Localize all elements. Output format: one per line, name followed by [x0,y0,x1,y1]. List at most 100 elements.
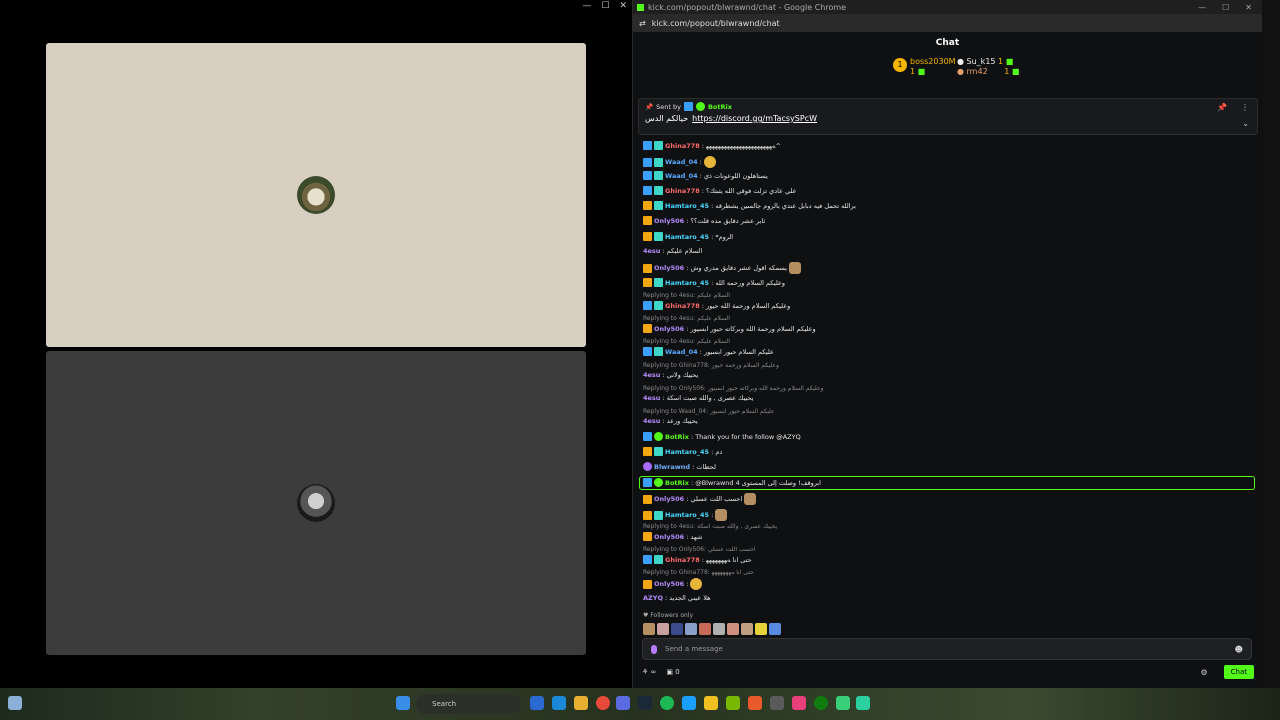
close-icon[interactable]: ✕ [1245,3,1252,12]
app-icon[interactable] [682,696,696,710]
chat-message[interactable]: 4esu: يحييك عصرى , والله صبت اسكة [643,394,753,402]
site-info-icon[interactable]: ⇄ [639,19,646,28]
chat-message[interactable]: Hamtaro_45: برالله تحمل فيه دبابل عندي ب… [643,201,856,210]
reply-context[interactable]: Replying to Ghina778: وعليكم السلام ورحم… [643,362,779,369]
xbox-icon[interactable] [814,696,828,710]
chat-message[interactable]: Only506: شهد [643,532,702,541]
edge-icon[interactable] [552,696,566,710]
emote[interactable] [727,623,739,635]
chat-message[interactable]: Hamtaro_45: *الروم [643,232,733,241]
participant-tile[interactable] [46,351,586,655]
message-input[interactable]: Send a message ☻ [642,638,1252,660]
points-icon[interactable]: ⚘ ∞ [642,668,656,676]
browser-title: kick.com/popout/blwrawnd/chat - Google C… [648,2,847,12]
chat-footer: ⚘ ∞ ▣ 0 ⚙ Chat [642,664,1254,680]
emoji-icon[interactable]: ☻ [1235,645,1243,654]
reply-context[interactable]: Replying to 4esu: السلام عليكم [643,338,730,345]
chat-message[interactable]: Only506: يسمكه اقول عشر دقايق مدري وش [643,262,801,274]
chat-message[interactable]: 4esu: يحييك ولاني [643,371,698,379]
reply-context[interactable]: Replying to Only506: احسب اللت عسلي [643,546,756,553]
taskbar-search[interactable]: Search [416,694,522,714]
browser-title-bar: kick.com/popout/blwrawnd/chat - Google C… [633,0,1262,14]
chat-message[interactable]: Only506: [643,578,703,590]
chat-message[interactable]: Only506: احسب اللت عسلي [643,493,757,505]
gold-badge-icon: 1 [893,58,907,72]
app-icon[interactable] [770,696,784,710]
steam-icon[interactable] [638,696,652,710]
emote[interactable] [699,623,711,635]
gear-icon[interactable]: ⚙ [1200,668,1207,677]
chat-message[interactable]: 4esu: السلام عليكم [643,247,702,255]
maximize-icon[interactable]: ☐ [601,0,609,12]
top-gifters: 1 boss2030M 1 ■ ● Su_k15 1 ■ ● rm42 1 ■ [633,52,1262,82]
reply-context[interactable]: Replying to 4esu: السلام عليكم [643,315,730,322]
chat-message[interactable]: Only506: وعليكم السلام ورحمة الله وبركات… [643,324,816,333]
reply-context[interactable]: Replying to 4esu: السلام عليكم [643,292,730,299]
participant-tile[interactable] [46,43,586,347]
discord-icon[interactable] [616,696,630,710]
chat-message[interactable]: Hamtaro_45: [643,509,728,521]
spotify-icon[interactable] [660,696,674,710]
gift-icon[interactable]: ▣ 0 [666,668,679,676]
avatar [297,484,335,522]
close-icon[interactable]: ✕ [619,0,627,12]
nvidia-icon[interactable] [726,696,740,710]
emote[interactable] [741,623,753,635]
app-icon[interactable] [856,696,870,710]
emote[interactable] [643,623,655,635]
chevron-down-icon[interactable]: ⌄ [1242,119,1249,128]
bot-badge-icon [695,102,705,111]
file-explorer-icon[interactable] [574,696,588,710]
app-icon[interactable] [836,696,850,710]
minimize-icon[interactable]: — [582,0,591,12]
app-icon[interactable] [748,696,762,710]
emote[interactable] [685,623,697,635]
emote[interactable] [713,623,725,635]
microphone-icon[interactable] [651,644,657,654]
chat-message[interactable]: Ghina778: حتى انا ﻪﻬﻬﻬﻬﻬﻬﻬ [643,555,752,564]
unpin-icon[interactable]: 📌 [1217,103,1227,112]
gifter-2[interactable]: ● Su_k15 1 ■ ● rm42 1 ■ [957,57,1019,77]
pin-icon: 📌 [645,102,654,111]
app-icon[interactable] [704,696,718,710]
chat-message[interactable]: Ghina778: وعليكم السلام ورحمة الله حيور [643,301,790,310]
window-controls: — ☐ ✕ [0,0,631,12]
chat-send-button[interactable]: Chat [1223,665,1254,679]
url-text: kick.com/popout/blwrawnd/chat [651,18,780,28]
chat-message[interactable]: Waad_04: يستاهلون اللوعونات ذي [643,171,768,180]
app-icon[interactable] [792,696,806,710]
discord-link[interactable]: https://discord.gg/mTacsySPcW [692,114,817,123]
chat-message[interactable]: Blwrawnd: لحظات [643,462,716,471]
chat-header: Chat [935,38,960,48]
pinned-message[interactable]: 📌 Sent by BotRix حيالكم الدس https://dis… [638,98,1258,135]
more-icon[interactable]: ⋮ [1241,103,1249,112]
chat-message[interactable]: Ghina778: ﻪﻬﻬﻬﻬﻬﻬﻬﻬﻬﻬﻬﻬﻬﻬﻬﻬﻬﻬﻬﻬﻬﻬ^ [643,141,781,150]
chat-message[interactable]: Waad_04: عليكم السلام حيور ابسيور [643,347,774,356]
chat-message[interactable]: Only506: ثابر عشر دقايق مده قلت؟؟ [643,216,765,225]
emote[interactable] [671,623,683,635]
address-bar[interactable]: ⇄ kick.com/popout/blwrawnd/chat [633,14,1262,32]
windows-start-icon[interactable] [396,696,410,710]
chat-message[interactable]: AZYQ: هلا عيني الجديد [643,594,711,602]
chat-message[interactable]: Hamtaro_45: دم [643,447,722,456]
chat-message[interactable]: Waad_04: [643,156,716,168]
widgets-icon[interactable] [8,696,22,710]
emote[interactable] [769,623,781,635]
emote[interactable] [755,623,767,635]
chat-message[interactable]: Hamtaro_45: وعليكم السلام ورحمه الله [643,278,785,287]
chat-message[interactable]: Ghina778: علي عادي تزلت فوقي الله يثبتك؟ [643,186,796,195]
maximize-icon[interactable]: ☐ [1222,3,1229,12]
chat-message[interactable]: BotRix: Thank you for the follow @AZYQ [643,432,801,441]
reply-context[interactable]: Replying to Only506: وعليكم السلام ورحمة… [643,385,823,392]
highlighted-message [639,476,1255,490]
scrollbar[interactable] [1262,0,1280,688]
reply-context[interactable]: Replying to Ghina778: حتى انا ﻪﻬﻬﻬﻬﻬﻬﻬ [643,569,754,576]
chat-message[interactable]: 4esu: يحييك ورعد [643,417,698,425]
task-view-icon[interactable] [530,696,544,710]
gifter-1[interactable]: boss2030M 1 ■ [910,57,956,77]
reply-context[interactable]: Replying to Waad_04: عليكم السلام حيور ا… [643,408,775,415]
minimize-icon[interactable]: — [1198,3,1206,12]
emote[interactable] [657,623,669,635]
reply-context[interactable]: Replying to 4esu: يحييك عصرى , والله صبت… [643,523,777,530]
chrome-icon[interactable] [596,696,610,710]
